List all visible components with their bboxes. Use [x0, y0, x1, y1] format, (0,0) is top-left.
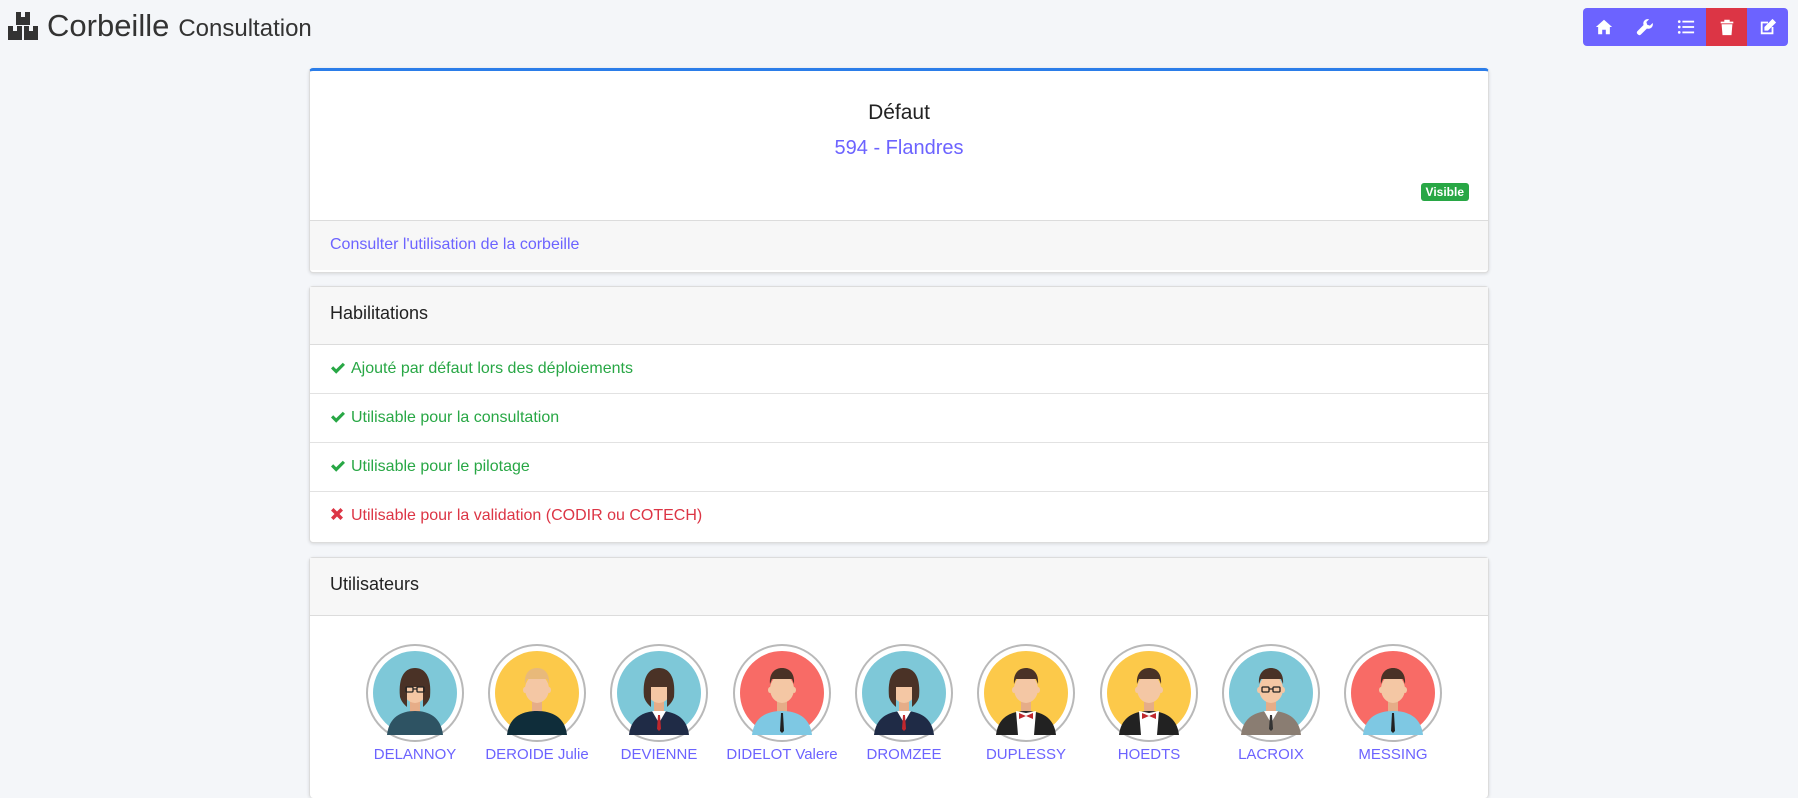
permission-row: Utilisable pour la consultation: [310, 394, 1488, 443]
edit-button[interactable]: [1747, 8, 1788, 46]
user-card[interactable]: MESSING: [1328, 644, 1458, 763]
settings-button[interactable]: [1624, 8, 1665, 46]
user-card[interactable]: DEVIENNE: [594, 644, 724, 763]
avatar: [733, 644, 831, 742]
action-toolbar: [1583, 8, 1788, 46]
permissions-title: Habilitations: [330, 303, 429, 323]
list-button[interactable]: [1665, 8, 1706, 46]
check-icon: [331, 362, 345, 374]
user-avatar-icon: [495, 651, 579, 735]
avatar: [1344, 644, 1442, 742]
permission-label: Utilisable pour le pilotage: [351, 458, 530, 475]
user-card[interactable]: LACROIX: [1206, 644, 1336, 763]
list-icon: [1677, 20, 1694, 34]
permission-label: Utilisable pour la consultation: [351, 409, 560, 426]
permission-row: Ajouté par défaut lors des déploiements: [310, 345, 1488, 394]
usage-link[interactable]: Consulter l'utilisation de la corbeille: [330, 236, 579, 254]
permissions-card: Habilitations Ajouté par défaut lors des…: [309, 286, 1489, 543]
trash-icon: [1720, 19, 1733, 36]
user-name: DIDELOT Valere: [726, 746, 838, 763]
permission-label: Ajouté par défaut lors des déploiements: [351, 360, 633, 377]
edit-icon: [1760, 18, 1776, 35]
status-badge: Visible: [1420, 183, 1469, 201]
summary-footer: Consulter l'utilisation de la corbeille: [310, 220, 1488, 270]
user-avatar-icon: [1229, 651, 1313, 735]
user-name: HOEDTS: [1117, 746, 1181, 763]
users-header: Utilisateurs: [310, 558, 1488, 616]
user-avatar-icon: [862, 651, 946, 735]
user-name: DEROIDE Julie: [485, 746, 589, 763]
user-card[interactable]: DUPLESSY: [961, 644, 1091, 763]
user-card[interactable]: DROMZEE: [839, 644, 969, 763]
users-card: Utilisateurs DELANNOY DEROIDE Julie DEVI…: [309, 557, 1489, 798]
summary-card: Défaut 594 - Flandres Visible Consulter …: [309, 68, 1489, 273]
user-card[interactable]: DEROIDE Julie: [472, 644, 602, 763]
user-card[interactable]: DIDELOT Valere: [717, 644, 847, 763]
user-name: DUPLESSY: [985, 746, 1067, 763]
user-card[interactable]: HOEDTS: [1084, 644, 1214, 763]
avatar: [1222, 644, 1320, 742]
user-avatar-icon: [984, 651, 1068, 735]
user-avatar-icon: [373, 651, 457, 735]
permissions-header: Habilitations: [310, 287, 1488, 345]
user-avatar-icon: [617, 651, 701, 735]
permission-label: Utilisable pour la validation (CODIR ou …: [351, 507, 703, 524]
user-name: LACROIX: [1238, 746, 1304, 763]
delete-button[interactable]: [1706, 8, 1747, 46]
home-icon: [1595, 19, 1612, 35]
boxes-icon: [8, 12, 38, 40]
user-name: DEVIENNE: [620, 746, 698, 763]
page-title: Corbeille: [47, 8, 170, 43]
user-card[interactable]: DELANNOY: [350, 644, 480, 763]
user-avatar-icon: [1107, 651, 1191, 735]
avatar: [977, 644, 1075, 742]
avatar: [488, 644, 586, 742]
top-bar: Corbeille Consultation: [0, 0, 1798, 60]
avatar: [855, 644, 953, 742]
check-icon: [331, 411, 345, 423]
user-name: MESSING: [1358, 746, 1428, 763]
bin-site: 594 - Flandres: [834, 137, 964, 159]
bin-name: Défaut: [868, 101, 930, 124]
cross-icon: [331, 508, 343, 520]
check-icon: [331, 460, 345, 472]
permission-row: Utilisable pour la validation (CODIR ou …: [310, 492, 1488, 540]
wrench-icon: [1636, 19, 1653, 36]
users-title: Utilisateurs: [330, 574, 420, 594]
avatar: [610, 644, 708, 742]
permission-row: Utilisable pour le pilotage: [310, 443, 1488, 492]
user-name: DELANNOY: [373, 746, 457, 763]
home-button[interactable]: [1583, 8, 1624, 46]
avatar: [366, 644, 464, 742]
user-avatar-icon: [740, 651, 824, 735]
avatar: [1100, 644, 1198, 742]
user-avatar-icon: [1351, 651, 1435, 735]
page-subtitle: Consultation: [178, 15, 312, 42]
user-name: DROMZEE: [866, 746, 942, 763]
brand: Corbeille Consultation: [6, 8, 312, 44]
